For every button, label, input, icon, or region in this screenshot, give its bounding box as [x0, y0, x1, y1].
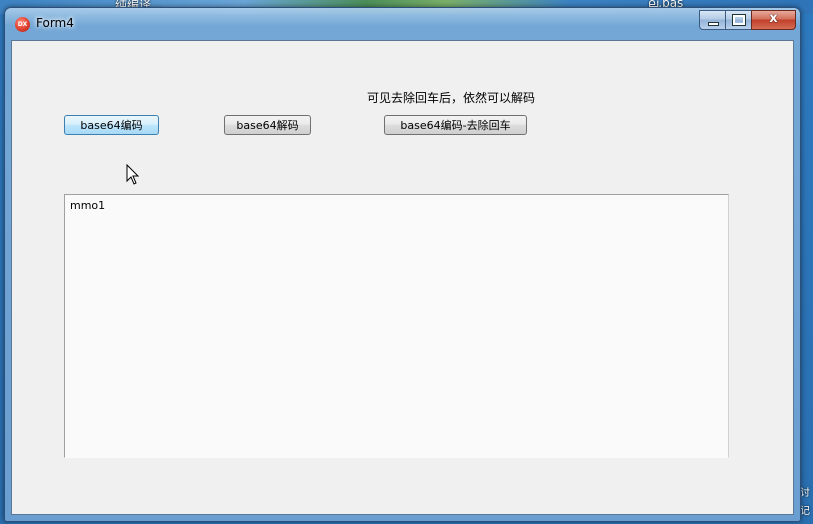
hint-label: 可见去除回车后，依然可以解码	[367, 91, 536, 105]
desktop-edge-label: 记	[800, 506, 810, 517]
mouse-cursor-icon	[126, 164, 140, 185]
maximize-icon	[732, 14, 746, 26]
caption-buttons: x	[699, 10, 796, 30]
window-title: Form4	[36, 16, 74, 30]
desktop-edge-label: 讨	[800, 488, 810, 499]
minimize-button[interactable]	[699, 10, 725, 30]
app-icon[interactable]: DX	[15, 17, 30, 32]
memo-textarea[interactable]: mmo1	[64, 194, 729, 458]
maximize-button[interactable]	[725, 10, 751, 30]
memo-text: mmo1	[70, 199, 106, 212]
desktop-right-edge: 讨 记	[799, 14, 813, 524]
close-icon: x	[769, 11, 778, 26]
form4-window: DX Form4 x 可见去除回车后，依然可以解码 base64编码 base6…	[4, 7, 801, 522]
base64-decode-button[interactable]: base64解码	[224, 115, 311, 135]
form-client-area: 可见去除回车后，依然可以解码 base64编码 base64解码 base64编…	[11, 40, 794, 515]
minimize-icon	[708, 22, 719, 26]
base64-encode-button[interactable]: base64编码	[64, 115, 159, 135]
close-button[interactable]: x	[751, 10, 796, 30]
base64-encode-strip-newline-button[interactable]: base64编码-去除回车	[384, 115, 527, 135]
title-bar[interactable]: DX Form4 x	[5, 8, 800, 40]
